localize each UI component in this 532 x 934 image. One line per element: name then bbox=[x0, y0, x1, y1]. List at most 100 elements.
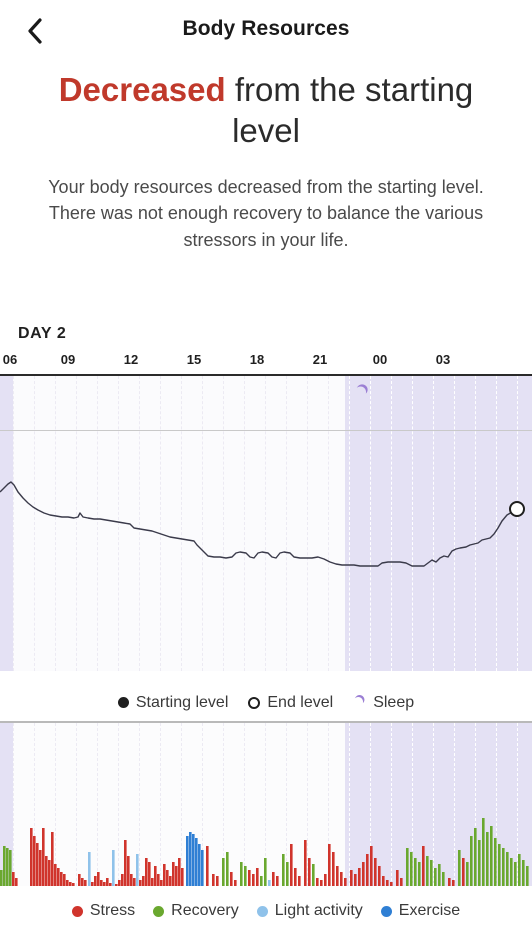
legend-label: Stress bbox=[89, 902, 136, 919]
bar-recovery bbox=[264, 858, 267, 886]
time-tick-06: 06 bbox=[2, 352, 18, 367]
bar-recovery bbox=[244, 866, 247, 886]
bar-recovery bbox=[502, 848, 505, 886]
bar-stress bbox=[115, 884, 118, 886]
day-label: DAY 2 bbox=[18, 325, 67, 342]
bar-stress bbox=[340, 872, 343, 886]
bar-stress bbox=[36, 843, 39, 886]
bar-light-activity bbox=[136, 854, 139, 886]
bar-recovery bbox=[506, 852, 509, 886]
bar-stress bbox=[320, 880, 323, 886]
bar-stress bbox=[66, 880, 69, 886]
bar-recovery bbox=[490, 826, 493, 886]
bar-stress bbox=[358, 868, 361, 886]
legend-item-exercise[interactable]: Exercise bbox=[380, 902, 461, 920]
bar-recovery bbox=[430, 860, 433, 886]
bar-stress bbox=[42, 828, 45, 886]
app-header: Body Resources bbox=[0, 0, 532, 58]
back-button[interactable] bbox=[18, 14, 52, 48]
bar-stress bbox=[154, 866, 157, 886]
undefined bbox=[380, 905, 392, 917]
bar-recovery bbox=[286, 862, 289, 886]
bar-stress bbox=[256, 868, 259, 886]
bar-stress bbox=[81, 878, 84, 886]
hero-emphasis: Decreased bbox=[58, 71, 226, 108]
resources-line bbox=[0, 481, 525, 567]
stress-recovery-bar-chart bbox=[0, 721, 532, 886]
bar-recovery bbox=[486, 832, 489, 886]
legend-item-light-activity[interactable]: Light activity bbox=[256, 902, 363, 920]
bar-recovery bbox=[442, 872, 445, 886]
bar-recovery bbox=[282, 854, 285, 886]
legend-label: Starting level bbox=[135, 693, 229, 711]
bar-stress bbox=[39, 850, 42, 886]
bar-stress bbox=[33, 836, 36, 886]
bar-stress bbox=[63, 874, 66, 886]
bar-stress bbox=[386, 880, 389, 886]
bar-recovery bbox=[438, 864, 441, 886]
legend-item-starting-level[interactable]: Starting level bbox=[117, 693, 229, 712]
bar-stress bbox=[396, 870, 399, 886]
bar-stress bbox=[252, 874, 255, 886]
bar-stress bbox=[272, 872, 275, 886]
bar-stress bbox=[448, 878, 451, 886]
legend-item-stress[interactable]: Stress bbox=[71, 902, 136, 920]
bar-recovery bbox=[426, 856, 429, 886]
bar-stress bbox=[216, 876, 219, 886]
bar-recovery bbox=[0, 870, 3, 886]
legend-item-sleep[interactable]: Sleep bbox=[353, 693, 414, 712]
bar-recovery bbox=[474, 828, 477, 886]
bar-recovery bbox=[518, 854, 521, 886]
bar-stress bbox=[206, 846, 209, 886]
bar-stress bbox=[169, 876, 172, 886]
bar-recovery bbox=[410, 852, 413, 886]
bar-recovery bbox=[240, 862, 243, 886]
undefined bbox=[256, 905, 268, 917]
time-tick-15: 15 bbox=[186, 352, 202, 367]
bar-recovery bbox=[522, 860, 525, 886]
bar-recovery bbox=[3, 846, 6, 886]
bar-recovery bbox=[482, 818, 485, 886]
bar-stress bbox=[163, 864, 166, 886]
bar-stress bbox=[51, 832, 54, 886]
bar-recovery bbox=[222, 858, 225, 886]
bar-stress bbox=[166, 870, 169, 886]
bar-stress bbox=[109, 883, 112, 886]
bar-stress bbox=[344, 878, 347, 886]
bar-stress bbox=[160, 880, 163, 886]
legend-label: Exercise bbox=[398, 902, 461, 919]
line-chart-plot bbox=[0, 376, 532, 671]
bar-exercise bbox=[186, 836, 189, 886]
bar-stress bbox=[382, 876, 385, 886]
bar-exercise bbox=[192, 834, 195, 886]
legend-item-recovery[interactable]: Recovery bbox=[153, 902, 239, 920]
bar-stress bbox=[142, 876, 145, 886]
bar-stress bbox=[178, 858, 181, 886]
bar-recovery bbox=[510, 858, 513, 886]
bar-light-activity bbox=[112, 850, 115, 886]
legend-label: End level bbox=[267, 693, 334, 711]
filled-dot bbox=[117, 697, 129, 708]
bar-stress bbox=[60, 872, 63, 886]
time-tick-03: 03 bbox=[435, 352, 451, 367]
bar-stress bbox=[212, 874, 215, 886]
bar-recovery bbox=[466, 862, 469, 886]
line-chart-legend: Starting level End level Sleep bbox=[0, 693, 532, 712]
bar-recovery bbox=[418, 862, 421, 886]
bar-stress bbox=[366, 854, 369, 886]
legend-label: Sleep bbox=[373, 693, 415, 711]
bar-stress bbox=[84, 880, 87, 886]
bar-recovery bbox=[226, 852, 229, 886]
bar-stress bbox=[324, 874, 327, 886]
legend-label: Recovery bbox=[171, 902, 239, 919]
bar-stress bbox=[181, 868, 184, 886]
bar-light-activity bbox=[268, 880, 271, 886]
bar-stress bbox=[106, 878, 109, 886]
legend-item-end-level[interactable]: End level bbox=[248, 694, 333, 712]
page-title: Body Resources bbox=[182, 17, 350, 40]
bar-exercise bbox=[195, 838, 198, 886]
bar-stress bbox=[57, 868, 60, 886]
hollow-dot bbox=[248, 696, 261, 709]
bar-stress bbox=[97, 872, 100, 886]
bar-chart-legend: Stress Recovery Light activity Exercise bbox=[0, 902, 532, 920]
